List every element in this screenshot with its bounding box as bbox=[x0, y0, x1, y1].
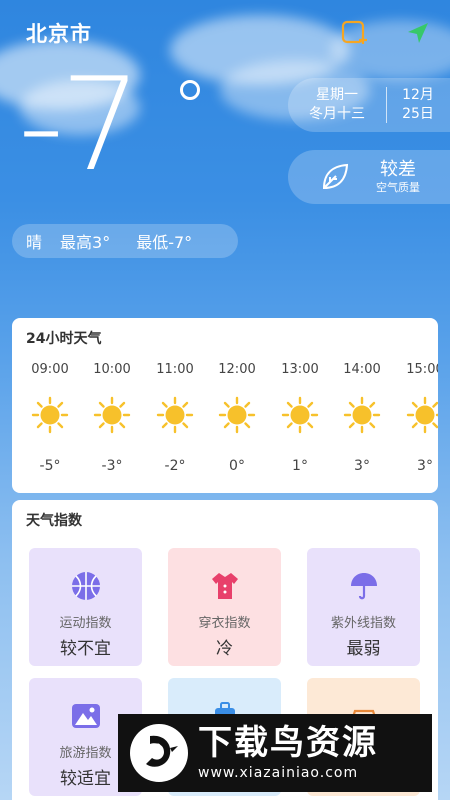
hour-temp: 0° bbox=[229, 458, 245, 474]
month: 12月 bbox=[402, 87, 434, 103]
hour-item: 15:00 3° bbox=[394, 360, 438, 474]
date-divider bbox=[386, 87, 387, 123]
hour-time: 14:00 bbox=[343, 362, 381, 377]
sun-icon bbox=[93, 396, 131, 434]
hourly-title: 24小时天气 bbox=[26, 331, 102, 347]
condition-summary: 晴 最高3° 最低-7° bbox=[12, 224, 238, 258]
add-square-icon bbox=[341, 20, 367, 44]
mountain-icon bbox=[71, 704, 100, 728]
high-temperature: 最高3° bbox=[60, 233, 111, 252]
add-city-button[interactable] bbox=[340, 19, 368, 47]
hour-temp: 3° bbox=[417, 458, 433, 474]
bird-logo-icon bbox=[130, 724, 188, 782]
date-panel: 星期一 冬月十三 12月 25日 bbox=[288, 78, 450, 132]
sun-icon bbox=[343, 396, 381, 434]
low-temperature: 最低-7° bbox=[136, 233, 193, 252]
hour-time: 11:00 bbox=[156, 362, 194, 377]
hourly-forecast-card: 24小时天气 09:00 -5° 10:00 -3° 11:00 -2° 12:… bbox=[12, 318, 438, 493]
sun-icon bbox=[218, 396, 256, 434]
clothes-icon bbox=[211, 573, 238, 599]
hour-temp: -3° bbox=[101, 458, 123, 474]
hourly-scroll[interactable]: 09:00 -5° 10:00 -3° 11:00 -2° 12:00 0° 1… bbox=[12, 360, 438, 480]
basketball-icon bbox=[71, 572, 100, 600]
index-tile-clothing[interactable]: 穿衣指数 冷 bbox=[168, 548, 281, 666]
hour-time: 09:00 bbox=[31, 362, 69, 377]
air-quality-button[interactable]: 较差 空气质量 bbox=[288, 150, 450, 204]
hour-item: 12:00 0° bbox=[206, 360, 268, 474]
city-name[interactable]: 北京市 bbox=[26, 18, 92, 48]
hour-time: 12:00 bbox=[218, 362, 256, 377]
index-name: 运动指数 bbox=[59, 616, 112, 631]
index-name: 穿衣指数 bbox=[198, 616, 251, 631]
hour-temp: -5° bbox=[39, 458, 61, 474]
sun-icon bbox=[31, 396, 69, 434]
site-watermark: 下载鸟资源 www.xiazainiao.com bbox=[118, 714, 432, 792]
hour-temp: 3° bbox=[354, 458, 370, 474]
watermark-url: www.xiazainiao.com bbox=[198, 765, 359, 781]
hour-time: 13:00 bbox=[281, 362, 319, 377]
locate-button[interactable] bbox=[404, 19, 432, 47]
hour-item: 10:00 -3° bbox=[81, 360, 143, 474]
index-title: 天气指数 bbox=[26, 513, 82, 529]
hour-item: 09:00 -5° bbox=[19, 360, 81, 474]
leaf-icon bbox=[322, 163, 349, 190]
watermark-title: 下载鸟资源 bbox=[198, 723, 378, 763]
hour-temp: 1° bbox=[292, 458, 308, 474]
index-tile-uv[interactable]: 紫外线指数 最弱 bbox=[307, 548, 420, 666]
index-name: 紫外线指数 bbox=[330, 616, 396, 631]
location-arrow-icon bbox=[408, 23, 428, 43]
lunar-date: 冬月十三 bbox=[309, 106, 365, 122]
hour-temp: -2° bbox=[164, 458, 186, 474]
index-value: 最弱 bbox=[346, 639, 381, 659]
hour-time: 15:00 bbox=[406, 362, 438, 377]
umbrella-icon bbox=[350, 573, 377, 600]
degree-symbol bbox=[180, 80, 200, 100]
weather-condition: 晴 bbox=[26, 233, 43, 252]
hour-item: 14:00 3° bbox=[331, 360, 393, 474]
index-value: 较不宜 bbox=[60, 639, 111, 659]
sun-icon bbox=[281, 396, 319, 434]
day: 25日 bbox=[402, 106, 434, 122]
current-temperature: -7 bbox=[18, 51, 142, 200]
hour-item: 13:00 1° bbox=[269, 360, 331, 474]
sun-icon bbox=[156, 396, 194, 434]
air-quality-label: 空气质量 bbox=[376, 181, 420, 194]
weekday: 星期一 bbox=[316, 87, 358, 103]
hour-time: 10:00 bbox=[93, 362, 131, 377]
index-tile-sport[interactable]: 运动指数 较不宜 bbox=[29, 548, 142, 666]
hour-item: 11:00 -2° bbox=[144, 360, 206, 474]
sun-icon bbox=[406, 396, 438, 434]
index-value: 冷 bbox=[216, 639, 233, 659]
air-quality-level: 较差 bbox=[380, 159, 416, 180]
